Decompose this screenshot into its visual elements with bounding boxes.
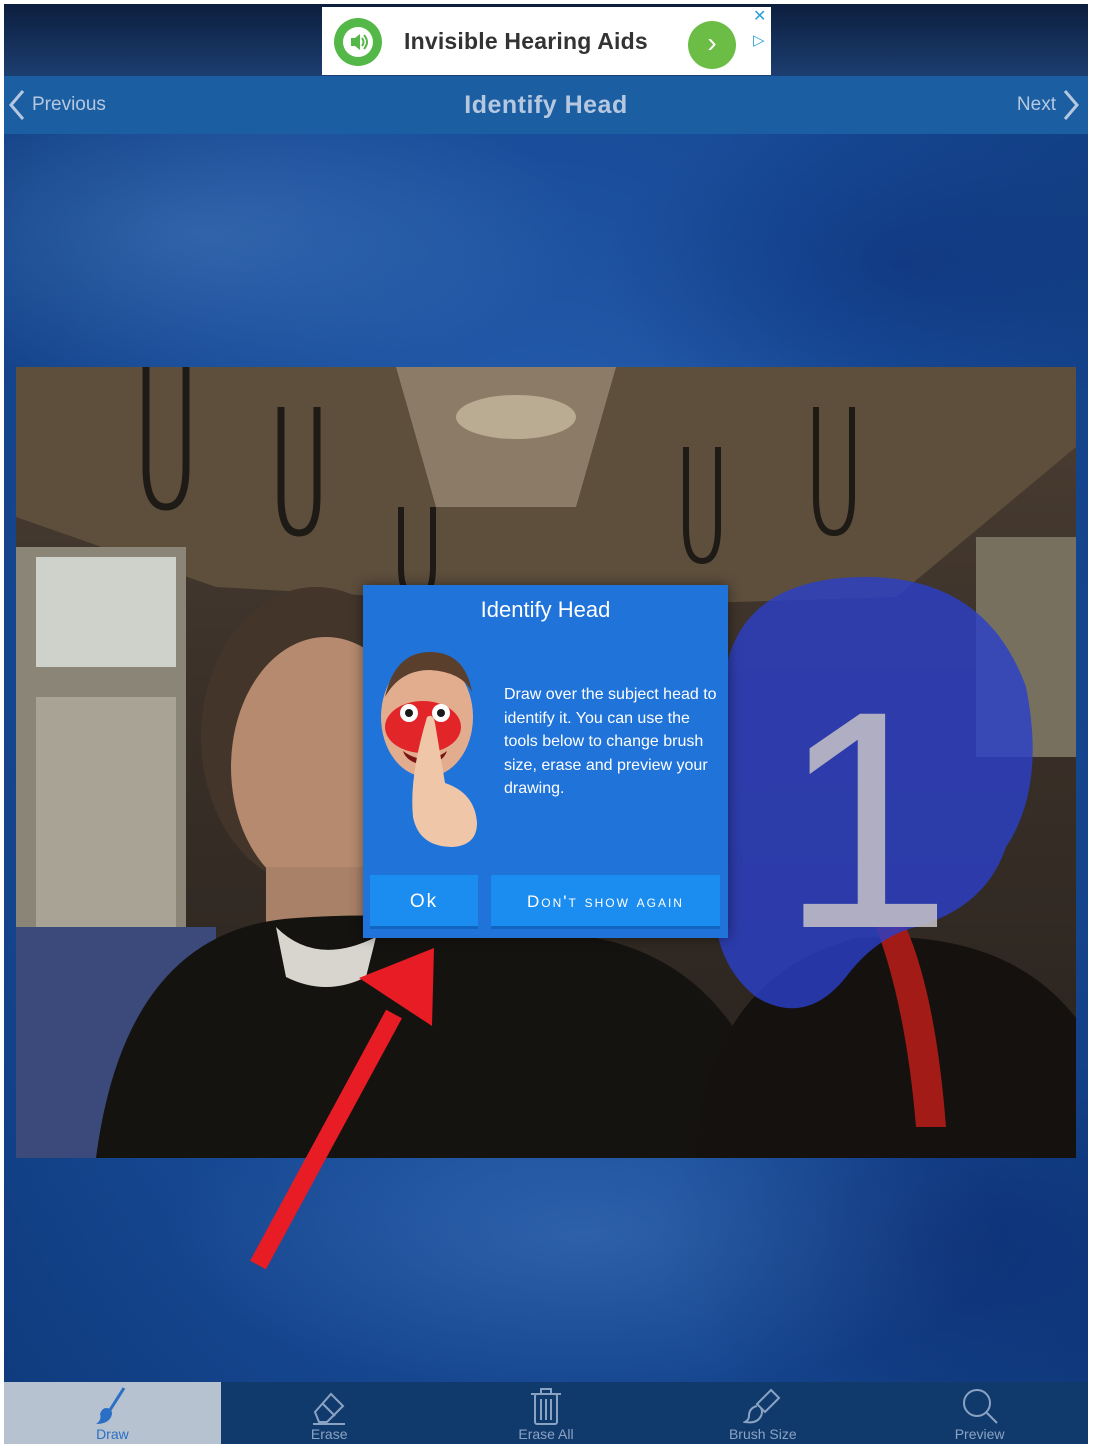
tool-erase[interactable]: Erase	[221, 1382, 438, 1444]
dialog-title: Identify Head	[480, 597, 611, 622]
face-illustration-icon	[381, 652, 477, 847]
tool-label-brush-size: Brush Size	[728, 1426, 797, 1442]
bottom-toolbar: Draw Erase Erase All Brush Size Preview	[4, 1382, 1088, 1444]
eraser-icon	[313, 1392, 346, 1425]
close-icon[interactable]: ✕	[753, 9, 769, 25]
tool-label-erase-all: Erase All	[518, 1426, 574, 1442]
ad-bar: Invisible Hearing Aids › ✕ ▷	[4, 4, 1088, 76]
chevron-right-icon	[1063, 90, 1079, 120]
tool-preview[interactable]: Preview	[871, 1382, 1088, 1444]
dialog-body: Draw over the subject head to identify i…	[504, 686, 717, 797]
tool-label-draw: Draw	[96, 1426, 129, 1442]
tool-draw[interactable]: Draw	[4, 1382, 221, 1444]
dont-show-again-button[interactable]: Don't show again	[491, 875, 720, 929]
ad-title[interactable]: Invisible Hearing Aids	[404, 28, 648, 55]
page-title: Identify Head	[464, 91, 628, 119]
speaker-icon	[334, 18, 382, 66]
chevron-right-icon[interactable]: ›	[688, 21, 736, 69]
ad-banner[interactable]: Invisible Hearing Aids › ✕ ▷	[322, 7, 771, 75]
next-label: Next	[1016, 94, 1056, 115]
brush-icon	[96, 1387, 126, 1424]
nav-bar: Previous Identify Head Next	[4, 76, 1088, 134]
tool-erase-all[interactable]: Erase All	[438, 1382, 655, 1444]
magnifier-icon	[962, 1389, 998, 1424]
app-screen: Invisible Hearing Aids › ✕ ▷ Previous Id…	[4, 4, 1088, 1444]
tool-brush-size[interactable]: Brush Size	[654, 1382, 871, 1444]
tool-label-preview: Preview	[954, 1426, 1005, 1442]
ok-button[interactable]: Ok	[370, 875, 478, 929]
brush-size-icon	[742, 1388, 781, 1424]
tool-label-erase: Erase	[310, 1426, 348, 1442]
identify-head-dialog: Identify Head Draw over the subject head…	[363, 585, 728, 938]
adchoices-icon[interactable]: ▷	[753, 31, 769, 49]
next-button[interactable]: Next	[1017, 88, 1080, 122]
trash-icon	[530, 1388, 561, 1425]
subject-number: 1	[780, 646, 952, 993]
